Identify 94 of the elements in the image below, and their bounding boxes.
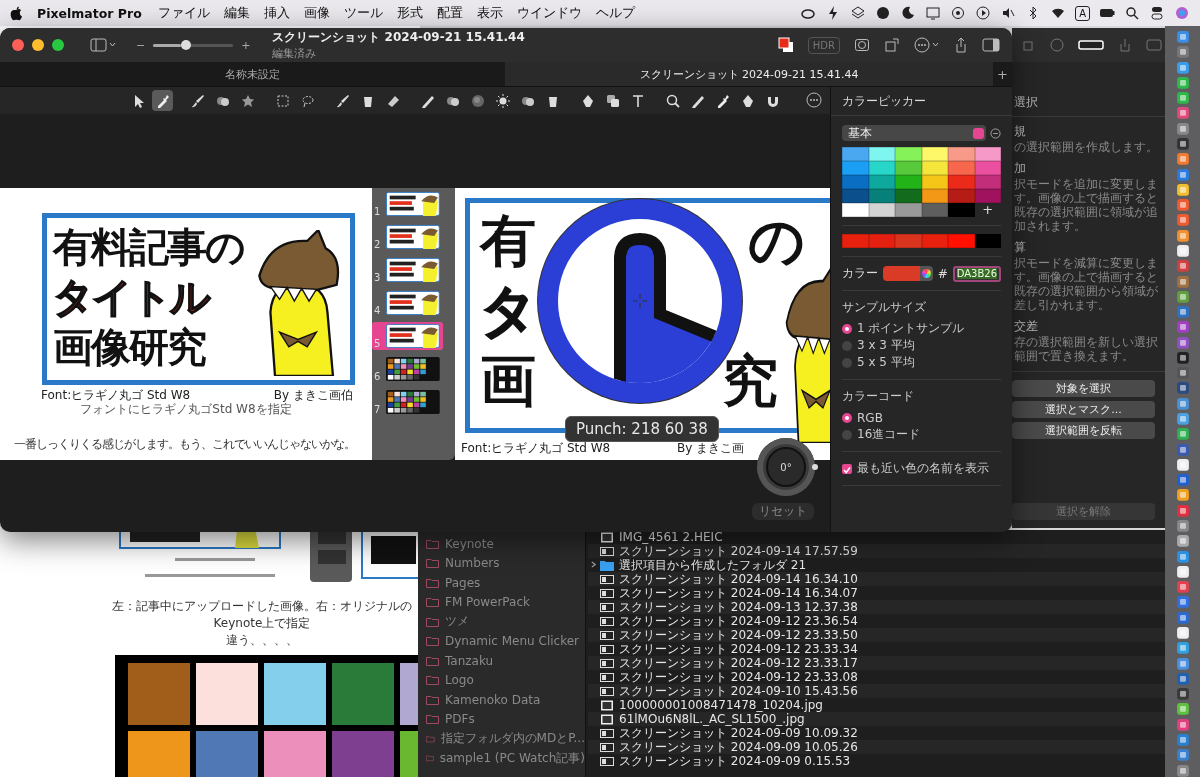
app-menu[interactable]: Pixelmator Pro <box>37 5 142 21</box>
option-description: の選択範囲を作成します。 <box>1014 140 1159 154</box>
slide-navigator-item[interactable]: 6 <box>372 355 443 383</box>
menu-item[interactable]: 表示 <box>476 4 503 22</box>
menu-item[interactable]: 画像 <box>303 4 330 22</box>
heading-line: 画像研究 <box>53 323 207 372</box>
body-text: 一番しっくりくる感じがします。もう、これでいいんじゃないかな。 <box>14 436 355 453</box>
option-description: 択モードを追加に変更します。画像の上で描画すると既存の選択範囲に領域が追加されます。 <box>1014 177 1159 233</box>
credit-text: By まきこ画 <box>677 440 745 457</box>
document-tab[interactable]: スクリーンショット 2024-09-21 15.41.44 <box>505 62 993 86</box>
sidebar-folder[interactable]: sample1 (PC Watch記事) <box>418 748 585 768</box>
heading-line: 有料記事の <box>53 223 244 272</box>
rotation-dial[interactable]: 0° <box>757 438 815 496</box>
checkbox-option[interactable]: 最も近い色の名前を表示 <box>842 460 1001 477</box>
file-row[interactable]: スクリーンショット 2024-09-13 12.37.38 <box>588 600 1165 614</box>
menu-item[interactable]: 編集 <box>223 4 250 22</box>
sidebar-folder[interactable]: Dynamic Menu Clicker <box>418 631 585 651</box>
radio-option[interactable]: 1 ポイントサンプル <box>842 320 1001 337</box>
slide-title-character: タ <box>480 280 537 342</box>
option-title[interactable]: 加 <box>1014 160 1161 177</box>
font-note: Font:ヒラギノ丸ゴ Std W8 <box>41 387 191 403</box>
file-row[interactable]: スクリーンショット 2024-09-14 17.57.59 <box>588 544 1165 558</box>
file-row[interactable]: スクリーンショット 2024-09-14 16.34.10 <box>588 572 1165 586</box>
heading-line: タイトル <box>53 273 211 322</box>
slide-navigator-item[interactable]: 2 <box>372 223 443 251</box>
menu-item[interactable]: ツール <box>343 4 383 22</box>
sidebar-folder[interactable]: Pages <box>418 573 585 593</box>
menu-item[interactable]: ヘルプ <box>595 4 635 22</box>
radio-option[interactable]: RGB <box>842 409 1001 426</box>
zoom-out-button[interactable]: − <box>136 38 146 52</box>
file-row[interactable]: スクリーンショット 2024-09-12 23.33.50 <box>588 628 1165 642</box>
palette-dropdown[interactable]: 基本 <box>842 125 986 141</box>
input-source-indicator[interactable]: A <box>1075 5 1090 21</box>
slide-title-character: 有 <box>480 210 536 272</box>
menu-item[interactable]: 形式 <box>396 4 423 22</box>
sidebar-folder[interactable]: ツメ <box>418 612 585 632</box>
radio-option[interactable]: 5 x 5 平均 <box>842 354 1001 371</box>
credit-text: By まきこ画伯 <box>273 387 353 402</box>
panel-button[interactable]: 対象を選択 <box>1012 380 1155 397</box>
file-row[interactable]: スクリーンショット 2024-09-09 0.15.53 <box>588 754 1165 768</box>
radio-option[interactable]: 3 x 3 平均 <box>842 337 1001 354</box>
color-readout-tooltip: Punch: 218 60 38 <box>565 416 719 442</box>
menu-item[interactable]: 挿入 <box>263 4 290 22</box>
file-row[interactable]: スクリーンショット 2024-09-09 10.05.26 <box>588 740 1165 754</box>
menu-item[interactable]: ファイル <box>157 4 210 22</box>
slide-title-character: の <box>748 210 805 272</box>
menu-item[interactable]: ウインドウ <box>516 4 582 22</box>
sidebar-folder[interactable]: Numbers <box>418 553 585 573</box>
file-row[interactable]: 100000001008471478_10204.jpg <box>588 698 1165 712</box>
slide-navigator-item[interactable]: 3 <box>372 256 443 284</box>
option-description: 択モードを減算に変更します。画像の上で描画すると既存の選択範囲から領域が差し引かれます。 <box>1014 256 1159 312</box>
file-row[interactable]: 61lMOu6N8lL._AC_SL1500_.jpg <box>588 712 1165 726</box>
hash-label: # <box>937 266 948 281</box>
sidebar-folder[interactable]: 指定フォルダ内のMDとP... <box>418 729 585 749</box>
window-title: スクリーンショット 2024-09-21 15.41.44 <box>272 29 525 46</box>
slide-navigator-item[interactable]: 1 <box>372 190 443 218</box>
file-row[interactable]: スクリーンショット 2024-09-12 23.36.54 <box>588 614 1165 628</box>
slide-title-character: 究 <box>722 350 778 412</box>
file-row[interactable]: スクリーンショット 2024-09-14 16.34.07 <box>588 586 1165 600</box>
file-row[interactable]: 選択項目から作成したフォルダ 21 <box>588 558 1165 572</box>
option-title[interactable]: 規 <box>1014 123 1161 140</box>
image-caption: 左：記事中にアップロードした画像。右：オリジナルのKeynote上で指定 <box>112 598 412 632</box>
file-row[interactable]: IMG_4561 2.HEIC <box>588 530 1165 544</box>
file-row[interactable]: スクリーンショット 2024-09-09 10.09.32 <box>588 726 1165 740</box>
slide-navigator-item[interactable]: 4 <box>372 289 443 317</box>
slide-navigator-item[interactable]: 7 <box>372 388 443 416</box>
panel-button[interactable]: 選択とマスク... <box>1012 401 1155 418</box>
font-note: Font:ヒラギノ丸ゴ Std W8 <box>461 440 611 457</box>
sidebar-folder[interactable]: FM PowerPack <box>418 592 585 612</box>
color-label: カラー <box>842 265 878 282</box>
option-title[interactable]: 交差 <box>1014 318 1161 335</box>
option-title[interactable]: 算 <box>1014 239 1161 256</box>
file-row[interactable]: スクリーンショット 2024-09-12 23.33.34 <box>588 642 1165 656</box>
section-heading: カラーコード <box>842 388 915 405</box>
window-subtitle: 編集済み <box>272 46 318 61</box>
image-caption: 違う、、、、 <box>226 632 298 649</box>
file-row[interactable]: スクリーンショット 2024-09-12 23.33.08 <box>588 670 1165 684</box>
hex-field[interactable]: DA3B26 <box>952 265 1001 282</box>
sidebar-folder[interactable]: Kamenoko Data <box>418 690 585 710</box>
file-row[interactable]: スクリーンショット 2024-09-12 23.33.17 <box>588 656 1165 670</box>
slide-title-character: 画 <box>480 350 536 412</box>
sidebar-folder[interactable]: Logo <box>418 670 585 690</box>
menu-item[interactable]: 配置 <box>436 4 463 22</box>
zoom-in-button[interactable]: + <box>241 38 251 52</box>
file-row[interactable]: スクリーンショット 2024-09-10 15.43.56 <box>588 684 1165 698</box>
reset-button[interactable]: リセット <box>752 503 814 520</box>
panel-title: カラーピッカー <box>831 87 1012 116</box>
radio-option[interactable]: 16進コード <box>842 426 1001 443</box>
image-caption: フォントにヒラギノ丸ゴStd W8を指定 <box>79 401 293 418</box>
sidebar-folder[interactable]: PDFs <box>418 709 585 729</box>
sidebar-folder[interactable]: Tanzaku <box>418 651 585 671</box>
panel-button[interactable]: 選択範囲を反転 <box>1012 422 1155 439</box>
option-description: 存の選択範囲を新しい選択範囲で置き換えます。 <box>1014 335 1159 363</box>
section-heading: サンプルサイズ <box>842 299 927 316</box>
